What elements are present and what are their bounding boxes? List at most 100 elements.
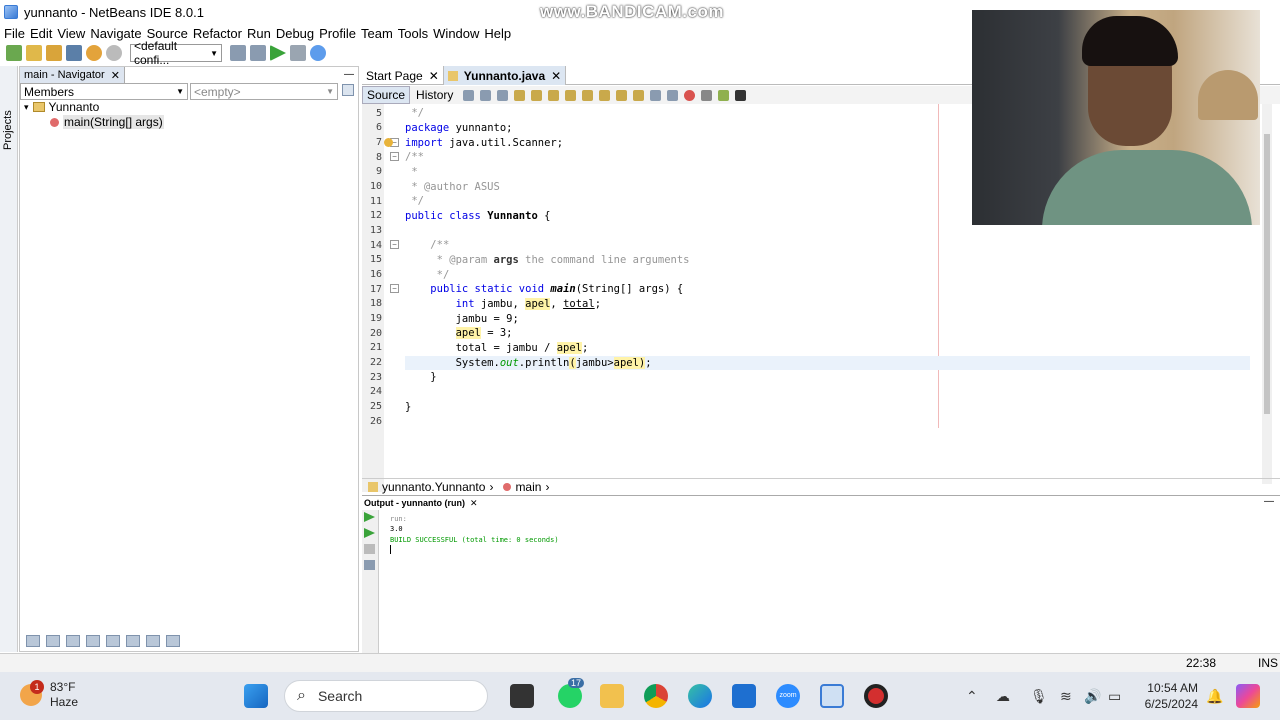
code-line[interactable]: import java.util.Scanner; [405,137,563,149]
code-line[interactable]: total = jambu / apel; [405,342,588,354]
code-line[interactable] [405,225,411,237]
menu-edit[interactable]: Edit [30,26,52,41]
battery-icon[interactable]: ▭ [1108,688,1121,705]
code-line[interactable]: jambu = 9; [405,313,519,325]
fold-icon[interactable]: − [390,284,399,293]
projects-tab[interactable]: Projects [2,110,14,150]
shift-right-icon[interactable] [667,89,679,101]
menu-debug[interactable]: Debug [276,26,314,41]
find-selection-icon[interactable] [565,89,577,101]
undo-icon[interactable] [86,45,102,61]
editor-scrollbar[interactable] [1262,104,1272,484]
navigator-settings-icon[interactable] [342,84,354,96]
find-icon[interactable] [514,89,526,101]
filter-icon[interactable] [106,635,120,647]
code-line[interactable]: int jambu, apel, total; [405,298,601,310]
code-line[interactable]: /** [405,151,424,163]
rerun-icon[interactable] [364,512,375,522]
wifi-icon[interactable]: ≋ [1060,688,1072,705]
minimize-icon[interactable]: — [1264,496,1274,507]
store-icon[interactable] [732,684,756,708]
hint-bulb-icon[interactable] [384,138,393,147]
close-icon[interactable]: ✕ [551,69,561,83]
find-next-icon[interactable] [548,89,560,101]
prev-bookmark-icon[interactable] [599,89,611,101]
code-line[interactable]: /** [405,239,449,251]
zoom-icon[interactable]: zoom [776,684,800,708]
code-line[interactable] [405,415,411,427]
file-explorer-icon[interactable] [600,684,624,708]
find-prev-icon[interactable] [531,89,543,101]
weather-widget[interactable]: 1 83°F Haze [20,680,78,710]
history-button[interactable]: History [412,87,457,103]
code-line[interactable]: * @param args the command line arguments [405,254,690,266]
clock[interactable]: 10:54 AM 6/25/2024 [1140,680,1198,712]
filter-icon[interactable] [66,635,80,647]
output-tab[interactable]: Output - yunnanto (run) ✕ [362,496,478,510]
toggle-highlight-icon[interactable] [582,89,594,101]
close-icon[interactable]: ✕ [470,498,478,509]
windows-start-icon[interactable] [244,684,268,708]
stop-macro-icon[interactable] [701,89,713,101]
tab-start-page[interactable]: Start Page ✕ [362,66,444,85]
menu-tools[interactable]: Tools [398,26,428,41]
shift-left-icon[interactable] [650,89,662,101]
code-line[interactable]: * @author ASUS [405,181,500,193]
minimize-icon[interactable]: — [344,69,354,80]
code-line[interactable]: * [405,166,417,178]
close-icon[interactable]: ✕ [429,69,439,83]
last-edit-icon[interactable] [463,89,475,101]
edge-icon[interactable] [688,684,712,708]
filter-icon[interactable] [146,635,160,647]
fold-icon[interactable]: − [390,152,399,161]
volume-icon[interactable]: 🔊 [1084,688,1101,705]
code-line[interactable]: System.out.println(jambu>apel); [405,357,652,369]
menu-view[interactable]: View [57,26,85,41]
members-select[interactable]: Members ▼ [20,83,188,100]
forward-icon[interactable] [497,89,509,101]
new-file-icon[interactable] [26,45,42,61]
tree-class-node[interactable]: ▾ Yunnanto [24,100,99,114]
copilot-icon[interactable] [1236,684,1260,708]
comment-icon[interactable] [718,89,730,101]
run-icon[interactable] [270,45,286,61]
filter-icon[interactable] [86,635,100,647]
microphone-icon[interactable]: 🎙 [1030,688,1048,705]
next-bookmark-icon[interactable] [616,89,628,101]
code-line[interactable]: } [405,401,411,413]
code-line[interactable]: } [405,371,436,383]
config-select[interactable]: <default confi... ▼ [130,39,222,67]
bandicam-record-icon[interactable] [864,684,888,708]
code-line[interactable]: */ [405,195,424,207]
menu-team[interactable]: Team [361,26,393,41]
back-icon[interactable] [480,89,492,101]
code-line[interactable]: package yunnanto; [405,122,512,134]
stop-icon[interactable] [364,544,375,554]
filter-icon[interactable] [26,635,40,647]
settings-icon[interactable] [364,560,375,570]
filter-icon[interactable] [126,635,140,647]
build-hammer-icon[interactable] [230,45,246,61]
breadcrumb-method[interactable]: main [515,480,541,494]
tree-method-node[interactable]: main(String[] args) [50,115,164,129]
whatsapp-icon[interactable]: 17 [558,678,585,708]
new-project-icon[interactable] [6,45,22,61]
open-project-icon[interactable] [46,45,62,61]
taskbar-search[interactable]: ⌕ Search [284,680,488,712]
profile-icon[interactable] [310,45,326,61]
clean-build-icon[interactable] [250,45,266,61]
code-line[interactable]: */ [405,269,450,281]
code-line[interactable]: apel = 3; [405,327,512,339]
code-line[interactable] [405,386,411,398]
close-icon[interactable]: ✕ [111,69,120,82]
onedrive-icon[interactable]: ☁ [996,688,1010,705]
scrollbar-thumb[interactable] [1264,134,1270,414]
code-line[interactable]: public static void main(String[] args) { [405,283,683,295]
menu-run[interactable]: Run [247,26,271,41]
expand-icon[interactable]: ▾ [24,102,29,113]
notification-bell-icon[interactable]: 🔔 [1206,688,1223,705]
code-line[interactable]: */ [405,107,424,119]
menu-file[interactable]: File [4,26,25,41]
filter-icon[interactable] [46,635,60,647]
toggle-bookmark-icon[interactable] [633,89,645,101]
